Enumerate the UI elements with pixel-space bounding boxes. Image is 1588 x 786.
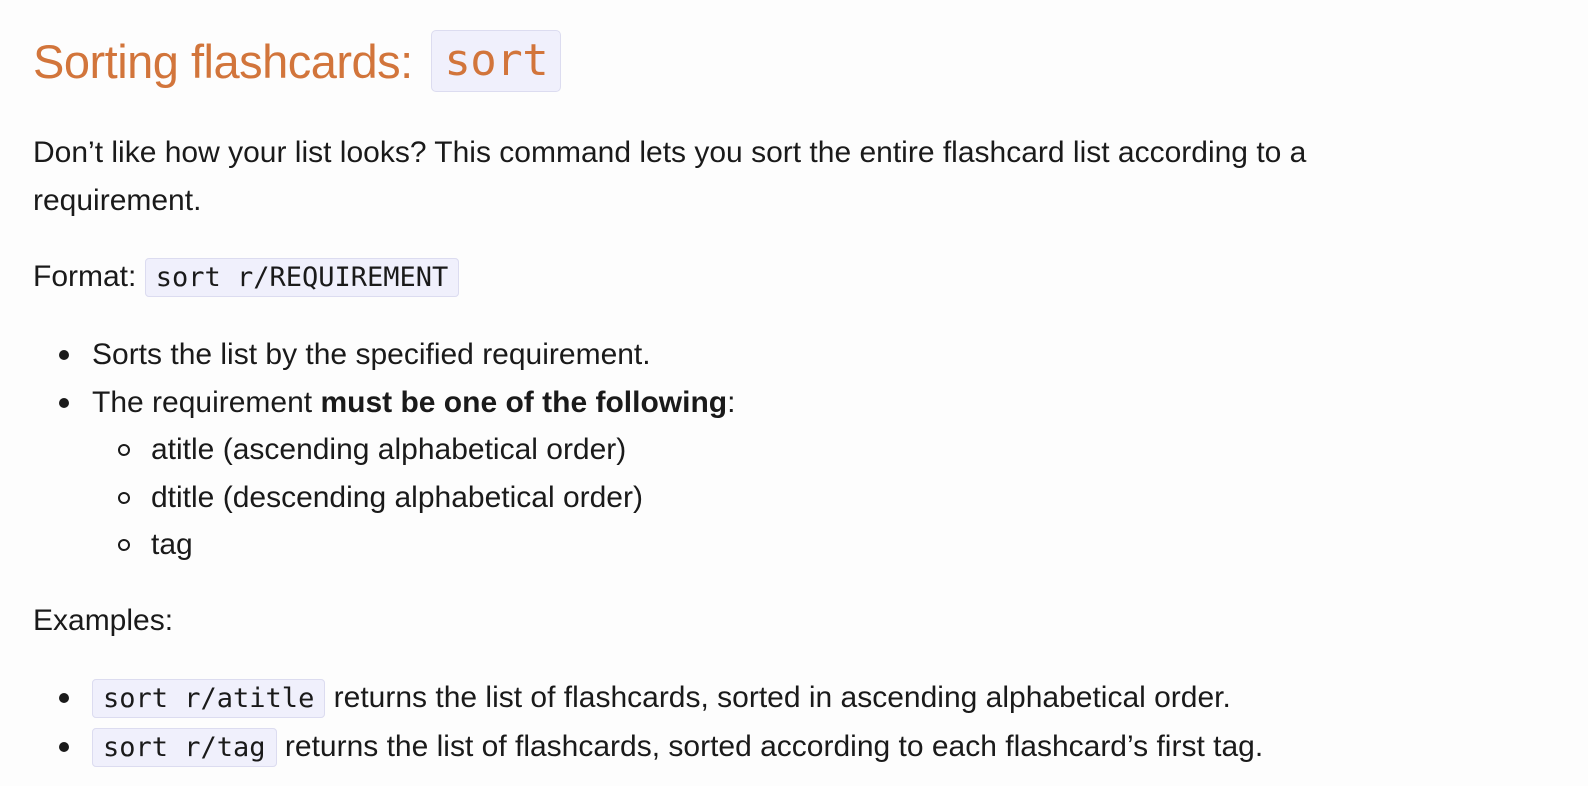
- requirement-options: atitle (ascending alphabetical order) dt…: [92, 426, 735, 569]
- examples-list: sort r/atitle returns the list of flashc…: [33, 674, 1263, 771]
- bullet-icon: [59, 693, 69, 703]
- circle-bullet-icon: [118, 491, 130, 504]
- heading-code: sort: [431, 30, 562, 92]
- examples-label: Examples:: [33, 604, 174, 637]
- list-item: Sorts the list by the specified requirem…: [33, 331, 735, 379]
- list-item: atitle (ascending alphabetical order): [92, 426, 735, 474]
- section-heading: Sorting flashcards: sort: [33, 30, 562, 94]
- format-code: sort r/REQUIREMENT: [144, 258, 460, 297]
- list-item: sort r/tag returns the list of flashcard…: [33, 723, 1263, 772]
- detail-text: Sorts the list by the specified requirem…: [92, 338, 651, 371]
- option-text: dtitle (descending alphabetical order): [151, 480, 643, 514]
- list-item: sort r/atitle returns the list of flashc…: [33, 674, 1263, 723]
- circle-bullet-icon: [118, 444, 130, 456]
- circle-bullet-icon: [118, 539, 130, 551]
- format-line: Format: sort r/REQUIREMENT: [33, 253, 460, 302]
- example-text: returns the list of flashcards, sorted a…: [276, 729, 1264, 763]
- list-item: dtitle (descending alphabetical order): [92, 474, 735, 522]
- example-code: sort r/atitle: [92, 679, 326, 718]
- example-code: sort r/tag: [92, 727, 277, 767]
- bullet-icon: [59, 397, 69, 408]
- detail-prefix: The requirement: [92, 385, 321, 419]
- detail-bold: must be one of the following: [320, 385, 728, 419]
- option-text: tag: [151, 528, 193, 561]
- sub-list-container: atitle (ascending alphabetical order) dt…: [33, 426, 735, 569]
- intro-paragraph: Don’t like how your list looks? This com…: [33, 136, 1307, 217]
- details-list: Sorts the list by the specified requirem…: [33, 331, 735, 569]
- bullet-icon: [59, 741, 69, 752]
- format-label: Format:: [33, 260, 145, 293]
- bullet-icon: [59, 350, 69, 360]
- list-item: The requirement must be one of the follo…: [33, 379, 735, 427]
- option-text: atitle (ascending alphabetical order): [151, 433, 627, 466]
- detail-suffix: :: [727, 385, 736, 419]
- example-text: returns the list of flashcards, sorted i…: [325, 681, 1231, 714]
- list-item: tag: [92, 521, 735, 569]
- heading-text: Sorting flashcards:: [33, 35, 426, 88]
